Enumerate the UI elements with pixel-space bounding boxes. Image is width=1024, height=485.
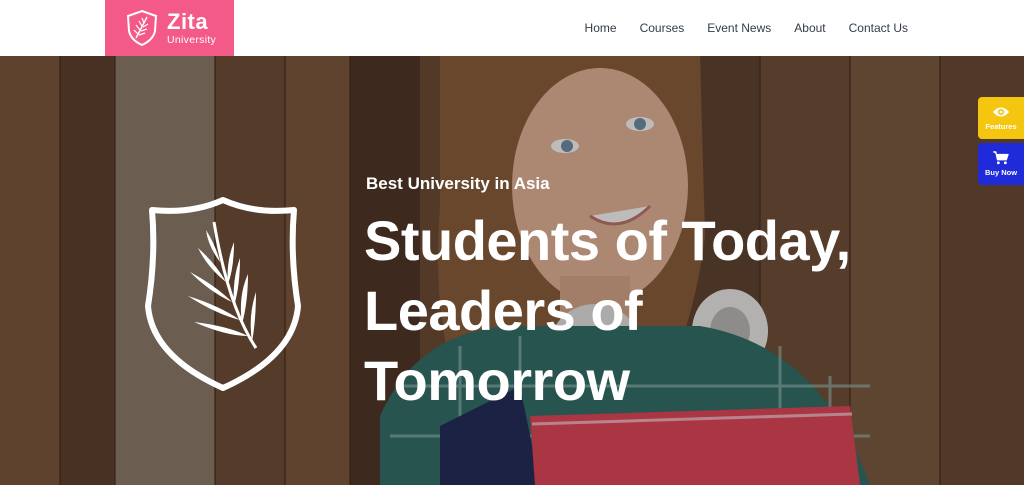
features-label: Features (985, 122, 1017, 131)
main-nav: Home Courses Event News About Contact Us (585, 0, 908, 56)
hero-kicker: Best University in Asia (366, 174, 550, 193)
nav-event-news[interactable]: Event News (707, 21, 771, 35)
shield-leaf-icon (145, 197, 301, 391)
headline-line-1: Students of Today, (364, 209, 851, 272)
nav-courses[interactable]: Courses (640, 21, 685, 35)
cart-icon (993, 151, 1009, 165)
site-header: Zita University Home Courses Event News … (0, 0, 1024, 56)
nav-home[interactable]: Home (585, 21, 617, 35)
headline-line-3: Tomorrow (364, 349, 630, 412)
nav-contact-us[interactable]: Contact Us (849, 21, 908, 35)
buy-now-label: Buy Now (984, 168, 1018, 177)
brand-subtitle: University (167, 33, 217, 46)
headline-line-2: Leaders of (364, 279, 643, 342)
hero-section: Best University in Asia Students of Toda… (0, 56, 1024, 485)
eye-icon (992, 107, 1010, 117)
logo-shield-icon (126, 9, 158, 47)
brand-name: Zita (167, 8, 209, 34)
hero-headline: Students of Today, Leaders of Tomorrow (364, 206, 924, 416)
nav-about[interactable]: About (794, 21, 825, 35)
site-logo[interactable]: Zita University (105, 0, 234, 56)
features-side-button[interactable]: Features (978, 97, 1024, 139)
buy-now-side-button[interactable]: Buy Now (978, 143, 1024, 185)
